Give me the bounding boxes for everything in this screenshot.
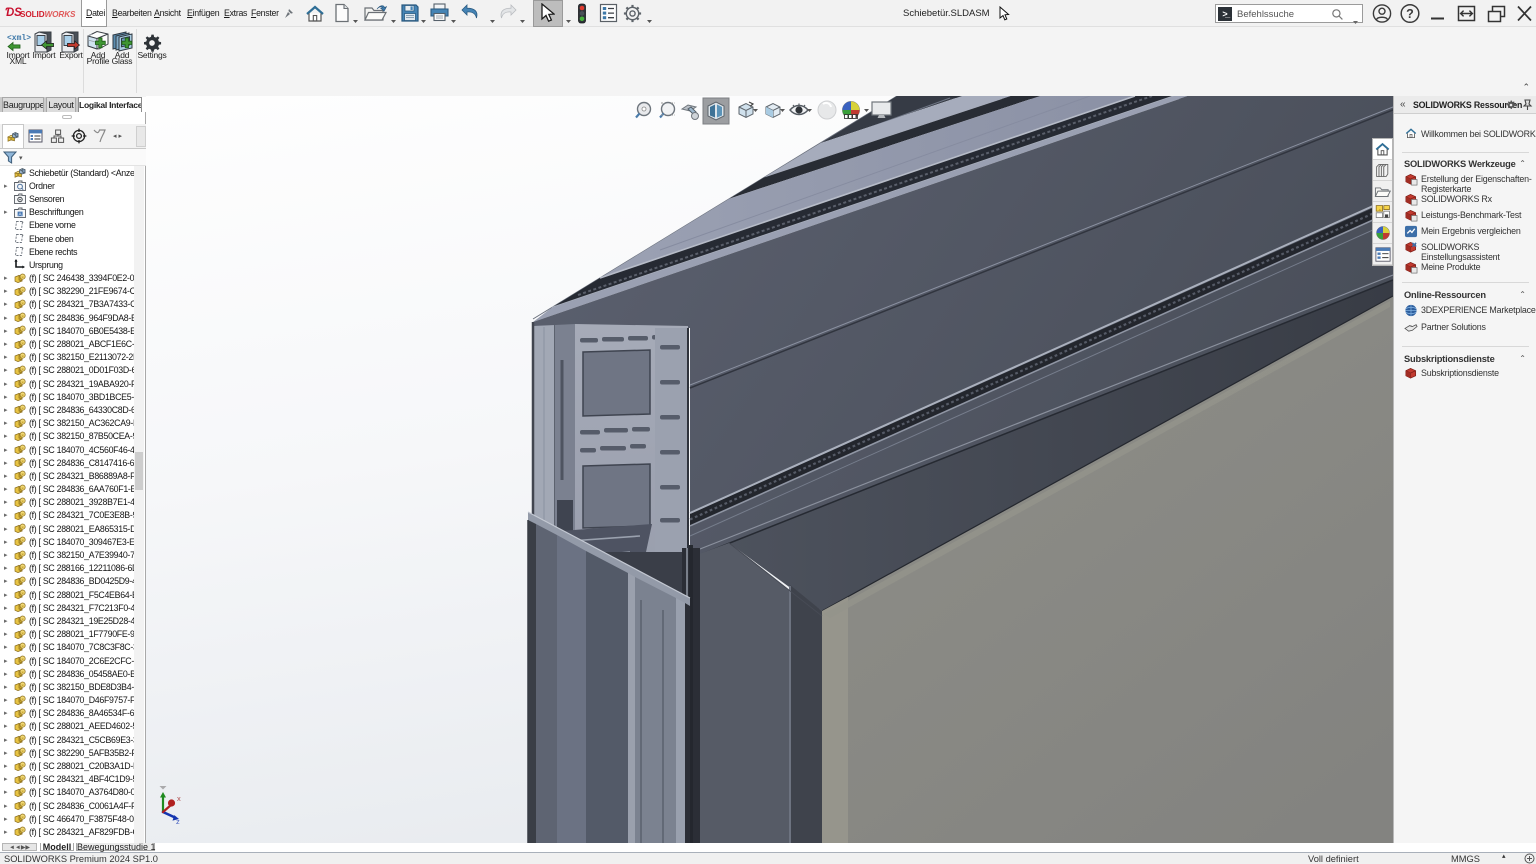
- svg-text:?: ?: [1406, 7, 1414, 21]
- svg-text:<xml>: <xml>: [7, 34, 31, 43]
- svg-text:x: x: [177, 794, 181, 803]
- svg-text:z: z: [176, 817, 180, 826]
